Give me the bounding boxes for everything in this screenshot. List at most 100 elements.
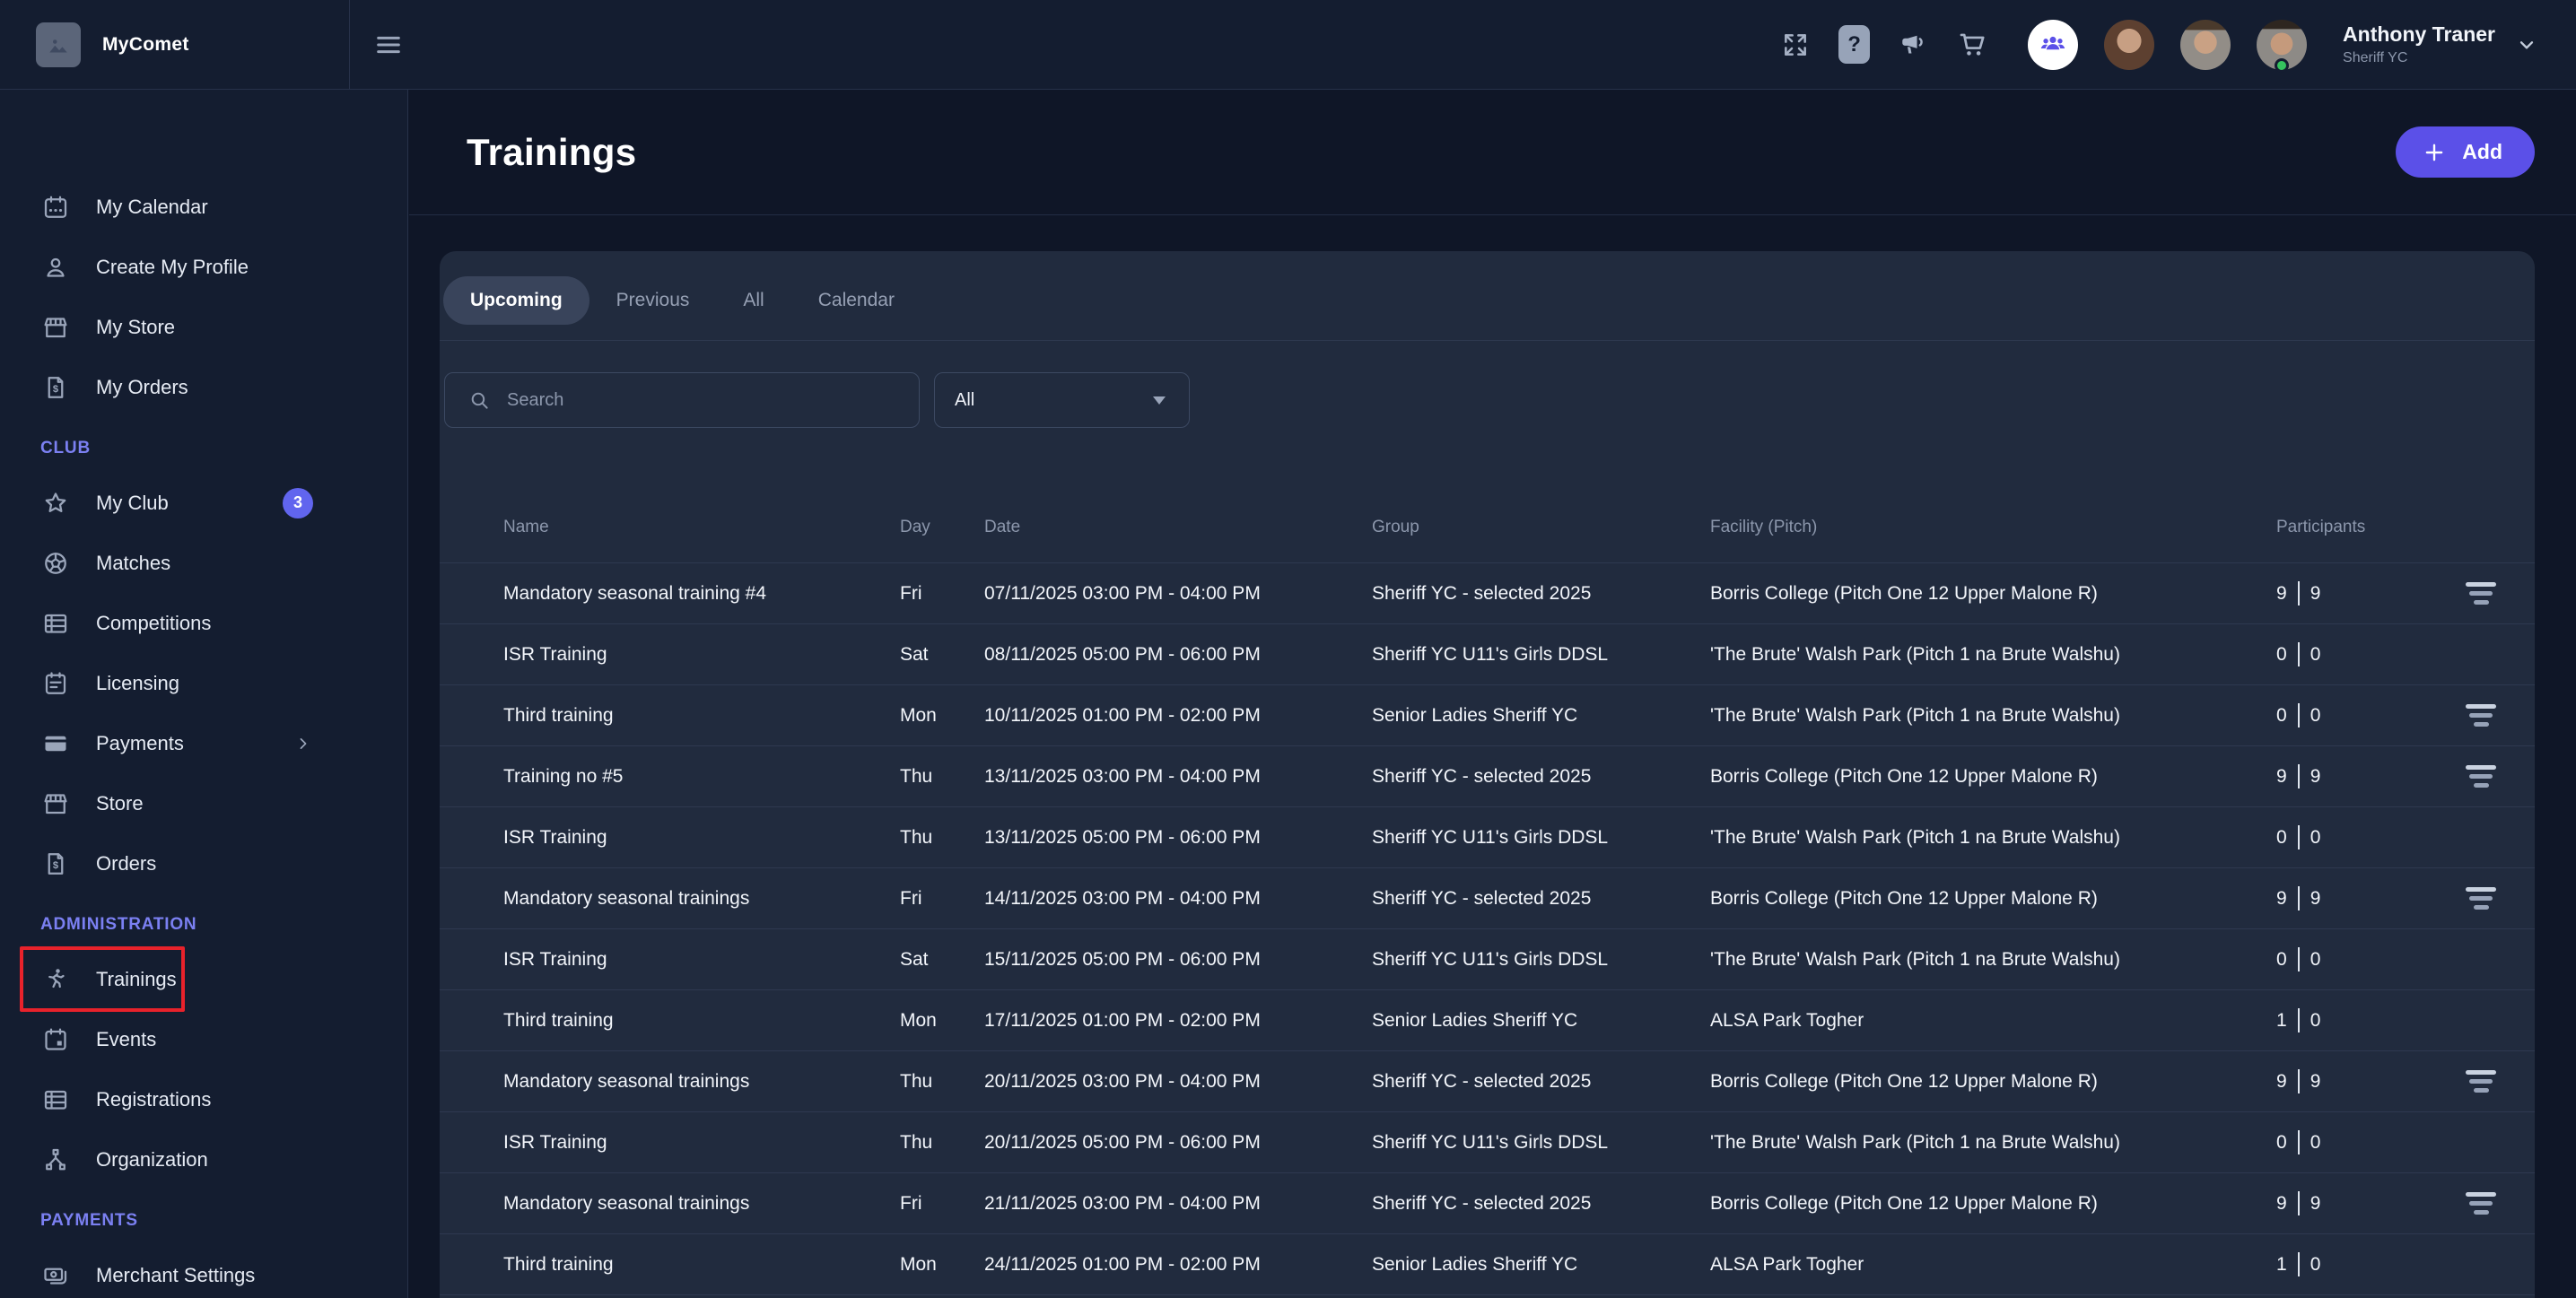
notes-icon[interactable]	[2465, 704, 2497, 727]
cell-date: 14/11/2025 03:00 PM - 04:00 PM	[984, 888, 1372, 910]
sidebar-item-label: My Store	[96, 316, 175, 339]
participants-count-right: 0	[2310, 827, 2321, 849]
user-avatar-3[interactable]	[2257, 20, 2307, 70]
notes-icon[interactable]	[2465, 582, 2497, 605]
sidebar-item-label: Store	[96, 792, 144, 815]
participants-count-left: 9	[2276, 888, 2287, 910]
type-filter-value: All	[955, 390, 974, 411]
column-header-day: Day	[900, 518, 984, 537]
tab-all[interactable]: All	[716, 276, 790, 325]
table-row[interactable]: ISR TrainingSat08/11/2025 05:00 PM - 06:…	[440, 624, 2535, 685]
cell-group: Senior Ladies Sheriff YC	[1372, 1254, 1710, 1276]
table-row[interactable]: Third trainingMon24/11/2025 01:00 PM - 0…	[440, 1234, 2535, 1295]
search-icon	[468, 389, 491, 412]
sidebar-section-label-administration: ADMINISTRATION	[0, 909, 407, 941]
sidebar-item-merchant-settings[interactable]: Merchant Settings	[0, 1245, 407, 1298]
table-row[interactable]: Third trainingMon17/11/2025 01:00 PM - 0…	[440, 990, 2535, 1051]
type-filter-select[interactable]: All	[934, 372, 1190, 428]
tab-bar: UpcomingPreviousAllCalendar	[443, 276, 921, 325]
cell-facility: ALSA Park Togher	[1710, 1254, 2276, 1276]
notes-icon[interactable]	[2465, 1070, 2497, 1093]
cell-date: 21/11/2025 03:00 PM - 04:00 PM	[984, 1193, 1372, 1215]
sidebar-item-matches[interactable]: Matches	[0, 533, 407, 593]
cell-participants: 99	[2276, 1191, 2465, 1215]
cell-name: Third training	[503, 1010, 900, 1032]
sidebar-item-label: My Orders	[96, 376, 188, 399]
chevron-down-icon[interactable]	[2515, 33, 2538, 57]
participants-divider	[2298, 642, 2300, 666]
sidebar-item-payments[interactable]: Payments	[0, 713, 407, 773]
sidebar-item-orders[interactable]: $Orders	[0, 833, 407, 893]
table-row[interactable]: Mandatory seasonal trainingsFri21/11/202…	[440, 1173, 2535, 1234]
table-row[interactable]: Mandatory seasonal training #4Fri07/11/2…	[440, 563, 2535, 624]
sidebar-item-trainings[interactable]: Trainings	[0, 949, 407, 1009]
sidebar-item-my-calendar[interactable]: My Calendar	[0, 177, 407, 237]
team-avatar-button[interactable]	[2028, 20, 2078, 70]
participants-count-left: 9	[2276, 583, 2287, 605]
cart-icon[interactable]	[1958, 30, 1988, 60]
sidebar-item-competitions[interactable]: Competitions	[0, 593, 407, 653]
ball-icon	[40, 550, 71, 577]
cell-group: Sheriff YC U11's Girls DDSL	[1372, 827, 1710, 849]
table-row[interactable]: ISR TrainingThu20/11/2025 05:00 PM - 06:…	[440, 1112, 2535, 1173]
sidebar-item-label: Matches	[96, 552, 170, 575]
sidebar-item-my-orders[interactable]: $My Orders	[0, 357, 407, 417]
tab-calendar[interactable]: Calendar	[791, 276, 921, 325]
participants-divider	[2298, 1252, 2300, 1276]
sidebar-item-registrations[interactable]: Registrations	[0, 1069, 407, 1129]
user-avatar-2[interactable]	[2180, 20, 2231, 70]
table-row[interactable]: ISR TrainingSat15/11/2025 05:00 PM - 06:…	[440, 929, 2535, 990]
notes-icon[interactable]	[2465, 887, 2497, 910]
brand-name: MyComet	[102, 34, 189, 56]
cell-participants: 00	[2276, 642, 2465, 666]
cell-group: Sheriff YC U11's Girls DDSL	[1372, 1132, 1710, 1154]
user-menu[interactable]: Anthony Traner Sheriff YC	[2343, 22, 2495, 66]
cell-group: Senior Ladies Sheriff YC	[1372, 705, 1710, 727]
table-row[interactable]: Training no #5Thu13/11/2025 03:00 PM - 0…	[440, 746, 2535, 807]
notes-icon[interactable]	[2465, 1192, 2497, 1215]
chevron-right-icon	[293, 734, 313, 754]
sidebar-item-events[interactable]: Events	[0, 1009, 407, 1069]
cell-facility: Borris College (Pitch One 12 Upper Malon…	[1710, 583, 2276, 605]
announcements-icon[interactable]	[1899, 30, 1929, 60]
cell-name: Third training	[503, 705, 900, 727]
participants-count-left: 0	[2276, 1132, 2287, 1154]
sidebar-item-my-store[interactable]: My Store	[0, 297, 407, 357]
sidebar-item-licensing[interactable]: Licensing	[0, 653, 407, 713]
sidebar-item-my-club[interactable]: My Club3	[0, 473, 407, 533]
tab-upcoming[interactable]: Upcoming	[443, 276, 589, 325]
table-row[interactable]: Mandatory seasonal trainingsThu20/11/202…	[440, 1051, 2535, 1112]
table-row[interactable]: Mandatory seasonal trainingsFri14/11/202…	[440, 868, 2535, 929]
cell-day: Thu	[900, 827, 984, 849]
store-icon	[40, 314, 71, 341]
events-icon	[40, 1026, 71, 1053]
svg-text:$: $	[53, 860, 59, 871]
column-header-name: Name	[503, 518, 900, 537]
trainings-icon	[40, 966, 71, 993]
notes-icon[interactable]	[2465, 765, 2497, 788]
participants-count-left: 0	[2276, 827, 2287, 849]
sidebar-item-create-my-profile[interactable]: Create My Profile	[0, 237, 407, 297]
page-title: Trainings	[467, 131, 636, 174]
tab-previous[interactable]: Previous	[589, 276, 717, 325]
cell-day: Fri	[900, 888, 984, 910]
table-row[interactable]: ISR TrainingThu13/11/2025 05:00 PM - 06:…	[440, 807, 2535, 868]
participants-count-right: 0	[2310, 644, 2321, 666]
participants-count-right: 0	[2310, 1132, 2321, 1154]
menu-toggle-icon[interactable]	[373, 30, 404, 60]
table-row[interactable]: Third trainingMon10/11/2025 01:00 PM - 0…	[440, 685, 2535, 746]
sidebar-item-label: Merchant Settings	[96, 1264, 255, 1287]
search-input[interactable]	[507, 390, 901, 411]
help-icon[interactable]: ?	[1838, 25, 1870, 64]
sidebar-item-organization[interactable]: Organization	[0, 1129, 407, 1189]
user-avatar-1[interactable]	[2104, 20, 2154, 70]
participants-count-right: 0	[2310, 705, 2321, 727]
participants-count-right: 9	[2310, 1193, 2321, 1215]
add-button[interactable]: Add	[2396, 126, 2535, 178]
participants-divider	[2298, 1008, 2300, 1032]
cell-day: Fri	[900, 1193, 984, 1215]
cell-participants: 10	[2276, 1252, 2465, 1276]
licensing-icon	[40, 670, 71, 697]
fullscreen-icon[interactable]	[1781, 30, 1810, 59]
sidebar-item-store[interactable]: Store	[0, 773, 407, 833]
